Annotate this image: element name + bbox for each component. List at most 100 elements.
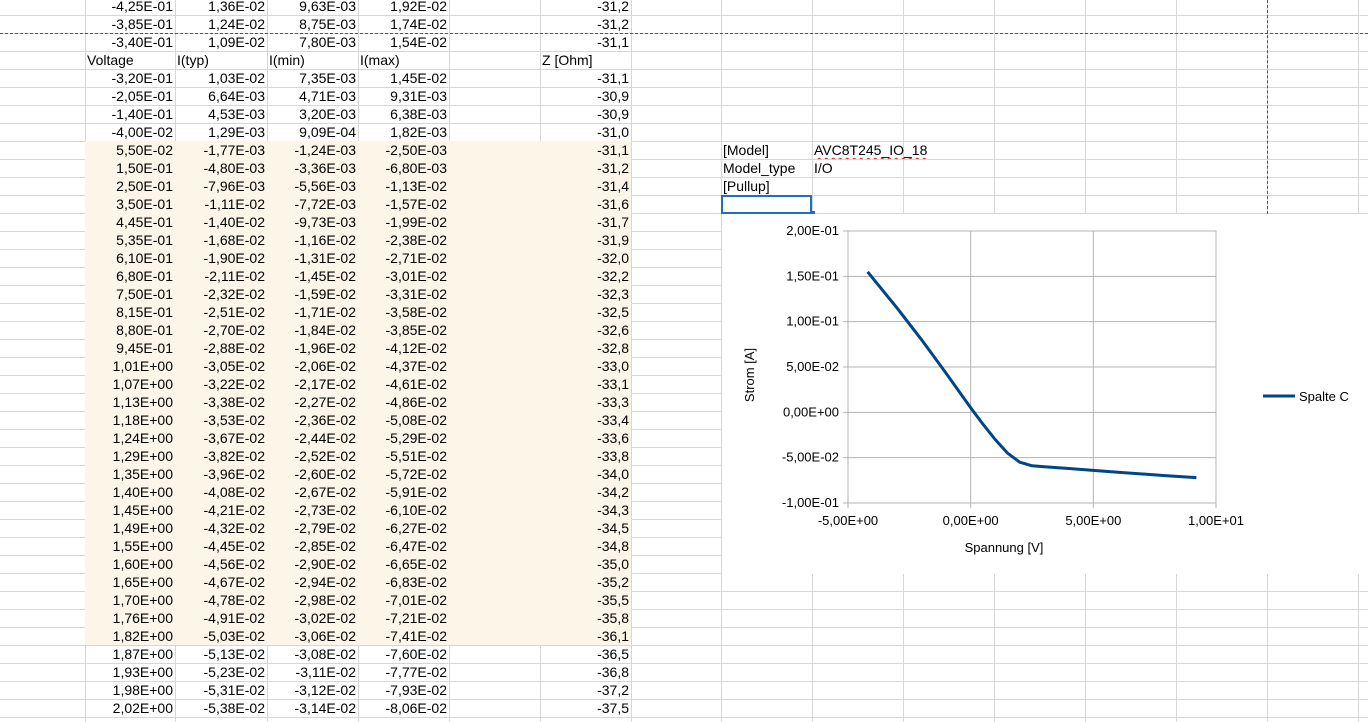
- cell-b[interactable]: -1,77E-03: [175, 141, 267, 159]
- cell-d[interactable]: -7,21E-02: [358, 609, 449, 627]
- cell-z[interactable]: -31,9: [540, 231, 631, 249]
- cell-a[interactable]: 4,45E-01: [85, 213, 175, 231]
- cell-b[interactable]: -1,68E-02: [175, 231, 267, 249]
- cell-a[interactable]: 5,50E-02: [85, 141, 175, 159]
- cell-d[interactable]: 1,92E-02: [358, 0, 449, 15]
- cell-d[interactable]: -7,77E-02: [358, 663, 449, 681]
- cell-c[interactable]: -2,67E-02: [267, 483, 358, 501]
- cell-d[interactable]: I(max): [358, 51, 449, 69]
- cell-c[interactable]: -1,84E-02: [267, 321, 358, 339]
- cell-b[interactable]: -3,38E-02: [175, 393, 267, 411]
- cell-b[interactable]: -5,23E-02: [175, 663, 267, 681]
- cell-c[interactable]: -3,08E-02: [267, 645, 358, 663]
- cell-z[interactable]: -35,2: [540, 573, 631, 591]
- cell-b[interactable]: -3,82E-02: [175, 447, 267, 465]
- cell-z[interactable]: -31,2: [540, 15, 631, 33]
- cell-c[interactable]: I(min): [267, 51, 358, 69]
- cell-d[interactable]: -4,12E-02: [358, 339, 449, 357]
- cell-c[interactable]: 8,75E-03: [267, 15, 358, 33]
- cell-c[interactable]: -1,96E-02: [267, 339, 358, 357]
- cell-c[interactable]: -7,72E-03: [267, 195, 358, 213]
- model-label[interactable]: Model_type: [721, 159, 812, 177]
- model-value[interactable]: I/O: [812, 159, 1012, 177]
- cell-d[interactable]: 1,45E-02: [358, 69, 449, 87]
- cell-c[interactable]: -5,56E-03: [267, 177, 358, 195]
- cell-d[interactable]: -7,60E-02: [358, 645, 449, 663]
- cell-c[interactable]: -2,73E-02: [267, 501, 358, 519]
- cell-a[interactable]: 1,82E+00: [85, 627, 175, 645]
- cell-b[interactable]: -1,90E-02: [175, 249, 267, 267]
- cell-a[interactable]: 1,93E+00: [85, 663, 175, 681]
- cell-b[interactable]: -3,96E-02: [175, 465, 267, 483]
- cell-d[interactable]: -4,86E-02: [358, 393, 449, 411]
- cell-b[interactable]: -3,67E-02: [175, 429, 267, 447]
- cell-b[interactable]: -5,13E-02: [175, 645, 267, 663]
- cell-c[interactable]: 7,80E-03: [267, 33, 358, 51]
- cell-b[interactable]: -4,32E-02: [175, 519, 267, 537]
- cell-z[interactable]: -33,3: [540, 393, 631, 411]
- cell-b[interactable]: 1,03E-02: [175, 69, 267, 87]
- cell-b[interactable]: -3,22E-02: [175, 375, 267, 393]
- cell-a[interactable]: 1,18E+00: [85, 411, 175, 429]
- cell-z[interactable]: -33,1: [540, 375, 631, 393]
- cell-b[interactable]: -4,56E-02: [175, 555, 267, 573]
- cell-c[interactable]: -3,06E-02: [267, 627, 358, 645]
- cell-z[interactable]: -32,3: [540, 285, 631, 303]
- cell-c[interactable]: -3,12E-02: [267, 681, 358, 699]
- cell-c[interactable]: -1,31E-02: [267, 249, 358, 267]
- cell-z[interactable]: -32,6: [540, 321, 631, 339]
- cell-c[interactable]: -3,02E-02: [267, 609, 358, 627]
- cell-z[interactable]: -31,0: [540, 123, 631, 141]
- cell-b[interactable]: -1,40E-02: [175, 213, 267, 231]
- cell-d[interactable]: 1,82E-03: [358, 123, 449, 141]
- cell-z[interactable]: -33,4: [540, 411, 631, 429]
- cell-d[interactable]: -2,71E-02: [358, 249, 449, 267]
- cell-d[interactable]: -1,57E-02: [358, 195, 449, 213]
- cell-c[interactable]: -2,60E-02: [267, 465, 358, 483]
- cell-d[interactable]: -5,08E-02: [358, 411, 449, 429]
- cell-c[interactable]: -1,59E-02: [267, 285, 358, 303]
- cell-z[interactable]: -30,9: [540, 87, 631, 105]
- cell-c[interactable]: -2,52E-02: [267, 447, 358, 465]
- cell-a[interactable]: 1,50E-01: [85, 159, 175, 177]
- cell-b[interactable]: I(typ): [175, 51, 267, 69]
- cell-d[interactable]: -6,10E-02: [358, 501, 449, 519]
- cell-d[interactable]: -5,91E-02: [358, 483, 449, 501]
- cell-b[interactable]: 1,29E-03: [175, 123, 267, 141]
- cell-c[interactable]: -3,11E-02: [267, 663, 358, 681]
- cell-c[interactable]: -2,27E-02: [267, 393, 358, 411]
- cell-d[interactable]: -3,01E-02: [358, 267, 449, 285]
- cell-z[interactable]: -31,1: [540, 141, 631, 159]
- cell-b[interactable]: -2,88E-02: [175, 339, 267, 357]
- cell-z[interactable]: -34,3: [540, 501, 631, 519]
- cell-d[interactable]: -3,85E-02: [358, 321, 449, 339]
- cell-b[interactable]: -2,70E-02: [175, 321, 267, 339]
- cell-a[interactable]: 6,80E-01: [85, 267, 175, 285]
- cell-z[interactable]: -34,8: [540, 537, 631, 555]
- cell-b[interactable]: -4,08E-02: [175, 483, 267, 501]
- cell-b[interactable]: -2,11E-02: [175, 267, 267, 285]
- model-value[interactable]: AVC8T245_IO_18: [812, 141, 1012, 159]
- cell-d[interactable]: -1,13E-02: [358, 177, 449, 195]
- cell-d[interactable]: -3,31E-02: [358, 285, 449, 303]
- cell-a[interactable]: 1,35E+00: [85, 465, 175, 483]
- cell-d[interactable]: -4,37E-02: [358, 357, 449, 375]
- cell-b[interactable]: 1,09E-02: [175, 33, 267, 51]
- cell-d[interactable]: -6,65E-02: [358, 555, 449, 573]
- cell-a[interactable]: 6,10E-01: [85, 249, 175, 267]
- cell-a[interactable]: -2,05E-01: [85, 87, 175, 105]
- cell-z[interactable]: -30,9: [540, 105, 631, 123]
- cell-a[interactable]: 1,29E+00: [85, 447, 175, 465]
- cell-z[interactable]: -36,1: [540, 627, 631, 645]
- cell-c[interactable]: -2,06E-02: [267, 357, 358, 375]
- cell-b[interactable]: -2,32E-02: [175, 285, 267, 303]
- cell-z[interactable]: -31,1: [540, 33, 631, 51]
- cell-a[interactable]: 1,40E+00: [85, 483, 175, 501]
- cell-d[interactable]: -7,93E-02: [358, 681, 449, 699]
- cell-b[interactable]: -2,51E-02: [175, 303, 267, 321]
- cell-b[interactable]: -4,91E-02: [175, 609, 267, 627]
- cell-z[interactable]: -31,6: [540, 195, 631, 213]
- cell-z[interactable]: -33,8: [540, 447, 631, 465]
- cell-a[interactable]: -3,40E-01: [85, 33, 175, 51]
- cell-b[interactable]: 1,36E-02: [175, 0, 267, 15]
